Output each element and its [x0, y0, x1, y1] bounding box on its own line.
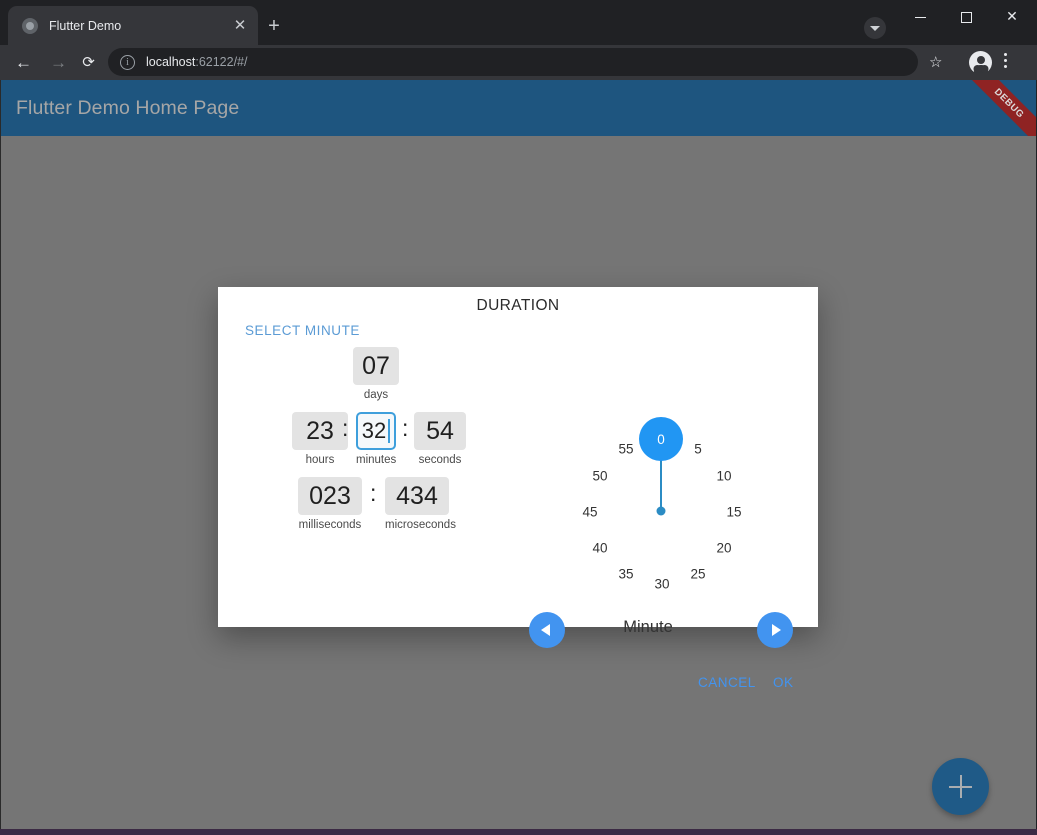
screen: Flutter Demo ✕ + ✕ ← → ⟳ i localhost:621…	[0, 0, 1037, 835]
separator-hours-minutes: :	[342, 415, 349, 441]
app-bar: Flutter Demo Home Page DEBUG	[1, 80, 1036, 136]
url-path: :62122/#/	[195, 55, 248, 69]
field-minutes: 32 minutes	[356, 412, 396, 466]
current-unit-label: Minute	[623, 618, 673, 636]
clock-num-25[interactable]: 25	[690, 567, 705, 582]
dialog-title: DURATION	[476, 297, 560, 314]
clock-num-35[interactable]: 35	[618, 567, 633, 582]
minutes-value: 32	[361, 418, 387, 443]
debug-banner-label: DEBUG	[991, 86, 1027, 121]
chevron-down-icon[interactable]	[864, 17, 886, 39]
hours-input[interactable]: 23	[292, 412, 348, 450]
avatar[interactable]	[969, 51, 992, 74]
new-tab-button[interactable]: +	[262, 14, 286, 38]
minutes-unit-label: minutes	[356, 454, 397, 466]
duration-picker-dialog: DURATION SELECT MINUTE 07 days 23 hours …	[218, 287, 818, 690]
window-close-button[interactable]: ✕	[989, 0, 1035, 32]
seconds-unit-label: seconds	[418, 454, 462, 466]
text-caret	[388, 419, 391, 443]
next-unit-button[interactable]	[757, 612, 793, 648]
triangle-left-icon	[541, 624, 550, 636]
kebab-menu-icon[interactable]	[1004, 53, 1008, 71]
field-days: 07 days	[353, 347, 399, 401]
triangle-right-icon	[772, 624, 781, 636]
clock-num-55[interactable]: 55	[618, 442, 633, 457]
taskbar-edge	[0, 829, 1037, 835]
separator-minutes-seconds: :	[402, 415, 409, 441]
field-hours: 23 hours	[292, 412, 348, 466]
field-milliseconds: 023 milliseconds	[298, 477, 362, 531]
field-microseconds: 434 microseconds	[385, 477, 456, 531]
site-info-icon[interactable]: i	[120, 54, 135, 70]
reload-icon[interactable]: ⟳	[74, 48, 103, 77]
debug-banner: DEBUG	[956, 80, 1036, 136]
globe-icon	[22, 17, 38, 34]
bookmark-star-icon[interactable]: ☆	[929, 53, 942, 71]
clock-selected-value[interactable]: 0	[639, 417, 683, 461]
address-bar[interactable]: i localhost:62122/#/	[108, 48, 918, 76]
floating-action-button[interactable]	[932, 758, 989, 815]
window-minimize-button[interactable]	[897, 0, 943, 32]
app-viewport: Flutter Demo Home Page DEBUG DURATION SE…	[1, 80, 1036, 835]
days-input[interactable]: 07	[353, 347, 399, 385]
clock-num-20[interactable]: 20	[716, 541, 731, 556]
separator-milli-micro: :	[370, 480, 377, 506]
tab-title: Flutter Demo	[49, 18, 122, 33]
previous-unit-button[interactable]	[529, 612, 565, 648]
clock-num-45[interactable]: 45	[582, 505, 597, 520]
microseconds-input[interactable]: 434	[385, 477, 449, 515]
clock-dial[interactable]: 0 5 10 15 20 25 30 35 40 45 50 55	[543, 397, 763, 617]
microseconds-unit-label: microseconds	[385, 519, 456, 531]
cancel-button[interactable]: CANCEL	[698, 675, 756, 690]
clock-center-dot	[656, 506, 666, 516]
seconds-input[interactable]: 54	[414, 412, 466, 450]
browser-tab[interactable]: Flutter Demo ✕	[8, 6, 258, 45]
forward-icon[interactable]: →	[44, 48, 73, 77]
hours-unit-label: hours	[305, 454, 335, 466]
url-host: localhost	[146, 55, 196, 69]
clock-num-10[interactable]: 10	[716, 469, 731, 484]
browser-toolbar: ← → ⟳ i localhost:62122/#/ ☆	[0, 45, 1037, 80]
close-icon[interactable]: ✕	[230, 16, 250, 36]
milliseconds-unit-label: milliseconds	[298, 519, 362, 531]
field-seconds: 54 seconds	[414, 412, 466, 466]
clock-num-15[interactable]: 15	[726, 505, 741, 520]
page-title: Flutter Demo Home Page	[16, 97, 240, 119]
back-icon[interactable]: ←	[9, 48, 38, 77]
clock-num-30[interactable]: 30	[654, 577, 669, 592]
clock-num-40[interactable]: 40	[592, 541, 607, 556]
milliseconds-input[interactable]: 023	[298, 477, 362, 515]
clock-num-5[interactable]: 5	[694, 442, 702, 457]
select-mode-label: SELECT MINUTE	[245, 323, 360, 338]
clock-num-50[interactable]: 50	[592, 469, 607, 484]
url-text: localhost:62122/#/	[146, 55, 247, 69]
minutes-input[interactable]: 32	[356, 412, 396, 450]
browser-tabstrip: Flutter Demo ✕ + ✕	[0, 0, 1037, 45]
window-maximize-button[interactable]	[943, 0, 989, 32]
ok-button[interactable]: OK	[773, 675, 794, 690]
days-unit-label: days	[363, 389, 389, 401]
